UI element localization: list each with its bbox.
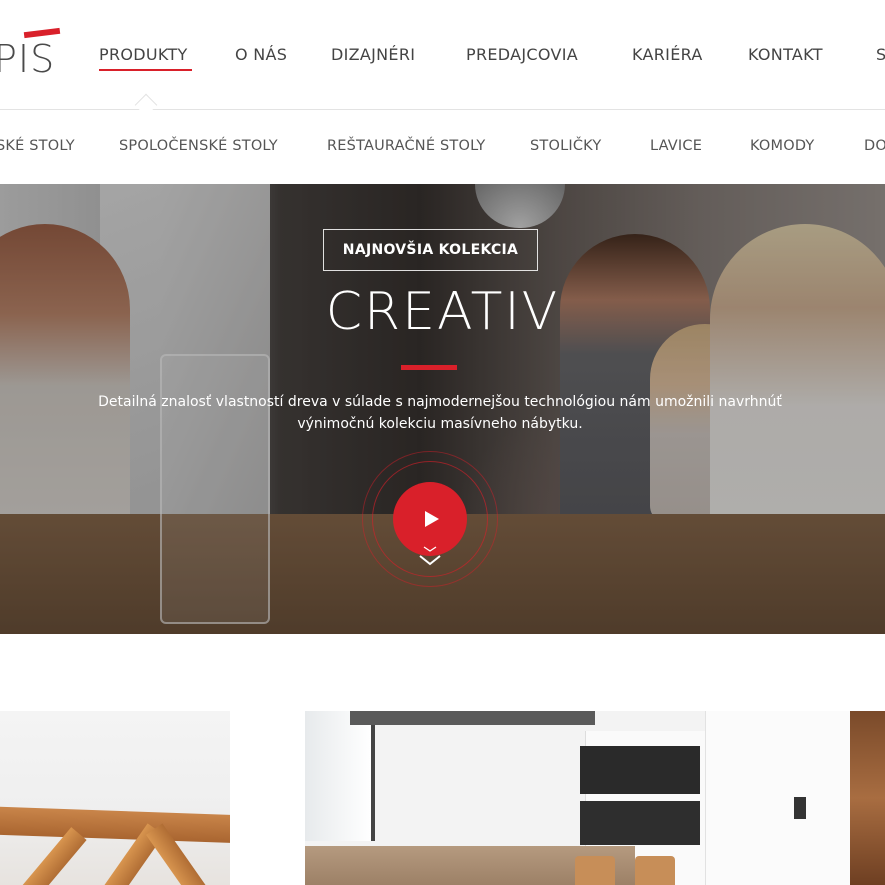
product-card-kitchen[interactable] (305, 711, 885, 885)
oven-image (580, 801, 700, 845)
subnav-item-truncated[interactable]: DO (864, 138, 885, 154)
hero-title: CREATIV (325, 282, 560, 342)
hero-title-underline (401, 365, 457, 370)
nav-item-truncated[interactable]: S (876, 45, 885, 64)
oven-image (580, 746, 700, 794)
products-subnav: SKÉ STOLY SPOLOČENSKÉ STOLY REŠTAURAČNÉ … (0, 110, 885, 184)
nav-item-produkty[interactable]: PRODUKTY (99, 45, 188, 64)
subnav-item-stoly[interactable]: SKÉ STOLY (0, 138, 75, 154)
scroll-down-button[interactable] (415, 544, 445, 574)
subnav-item-komody[interactable]: KOMODY (750, 138, 814, 154)
nav-item-dizajneri[interactable]: DIZAJNÉRI (331, 45, 415, 64)
chair-image (575, 856, 615, 885)
play-icon (425, 511, 439, 527)
top-navigation-bar: PIS PRODUKTY O NÁS DIZAJNÉRI PREDAJCOVIA… (0, 0, 885, 117)
product-card-table[interactable] (0, 711, 230, 885)
hero-description-line: výnimočnú kolekciu masívneho nábytku. (297, 416, 583, 432)
hero-banner: NAJNOVŠIA KOLEKCIA CREATIV Detailná znal… (0, 184, 885, 634)
hero-description-line: Detailná znalosť vlastností dreva v súla… (98, 394, 782, 410)
logo-text: PIS (0, 37, 56, 81)
active-nav-underline (99, 69, 192, 71)
wood-panel-image (850, 711, 885, 885)
nav-item-o-nas[interactable]: O NÁS (235, 45, 287, 64)
subnav-item-restauracne-stoly[interactable]: REŠTAURAČNÉ STOLY (327, 138, 485, 154)
wall-switch-image (794, 797, 806, 819)
kitchen-panel-image (705, 711, 850, 885)
logo[interactable]: PIS (0, 27, 74, 88)
subnav-item-lavice[interactable]: LAVICE (650, 138, 702, 154)
chevron-down-icon (419, 546, 441, 566)
subnav-item-spolocenske-stoly[interactable]: SPOLOČENSKÉ STOLY (119, 138, 278, 154)
hero-description: Detailná znalosť vlastností dreva v súla… (40, 391, 840, 435)
collection-badge: NAJNOVŠIA KOLEKCIA (323, 229, 538, 271)
subnav-item-stolicky[interactable]: STOLIČKY (530, 138, 601, 154)
chair-image (635, 856, 675, 885)
nav-item-kariera[interactable]: KARIÉRA (632, 45, 703, 64)
kitchen-hood-image (350, 711, 595, 725)
kitchen-window-image (305, 711, 375, 841)
table-top-image (0, 806, 230, 844)
nav-item-predajcovia[interactable]: PREDAJCOVIA (466, 45, 578, 64)
nav-item-kontakt[interactable]: KONTAKT (748, 45, 823, 64)
